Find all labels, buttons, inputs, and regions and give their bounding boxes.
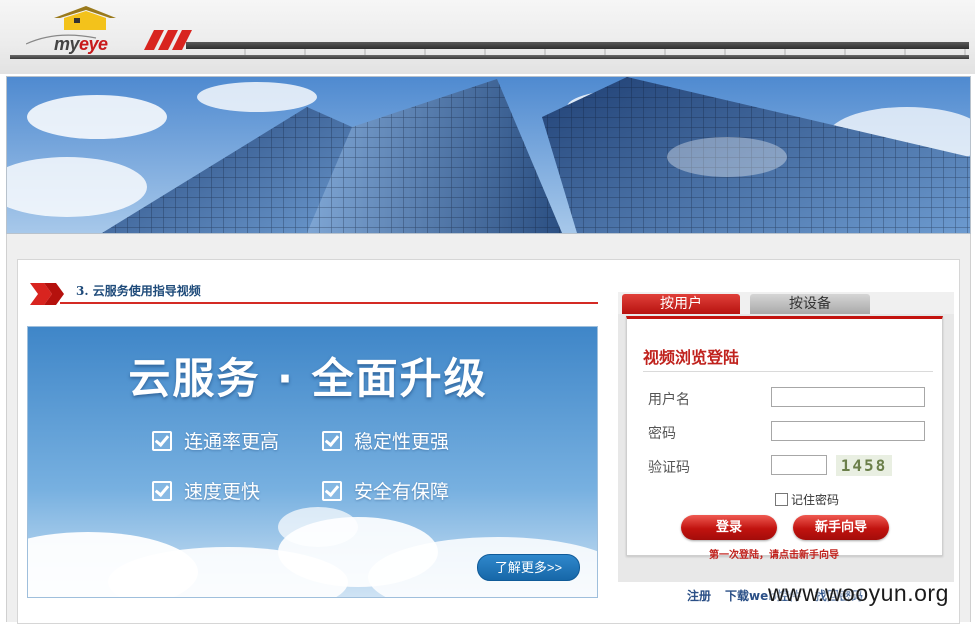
cloud-upgrade-promo[interactable]: 云服务 · 全面升级 连通率更高 稳定性更强 速度更快 安全有保障 了解更多>> xyxy=(27,326,598,598)
feature-item: 速度更快 xyxy=(152,477,260,504)
feature-label: 连通率更高 xyxy=(184,431,280,453)
checkbox-checked-icon xyxy=(322,480,342,501)
password-input[interactable] xyxy=(771,421,925,441)
username-input[interactable] xyxy=(771,387,925,407)
feature-item: 连通率更高 xyxy=(152,427,279,454)
captcha-label: 验证码 xyxy=(648,460,690,476)
skyscraper-banner xyxy=(6,76,971,234)
captcha-image[interactable]: 1458 xyxy=(836,455,892,476)
checkbox-icon[interactable] xyxy=(775,493,788,506)
username-label: 用户名 xyxy=(648,392,690,408)
section-divider xyxy=(60,302,598,304)
skyscraper-image xyxy=(7,77,970,233)
remember-password-label: 记住密码 xyxy=(791,493,840,507)
feature-label: 速度更快 xyxy=(184,481,261,503)
logo-wordmark[interactable]: myeye xyxy=(54,34,108,55)
login-title: 视频浏览登陆 xyxy=(643,348,740,367)
watermark: www.wooyun.org xyxy=(768,580,949,606)
promo-headline: 云服务 · 全面升级 xyxy=(128,354,488,403)
checkbox-checked-icon xyxy=(152,430,172,451)
logo-text-eye: eye xyxy=(79,34,108,54)
feature-item: 稳定性更强 xyxy=(322,427,449,454)
tab-by-user[interactable]: 按用户 xyxy=(622,294,740,314)
feature-label: 安全有保障 xyxy=(354,481,450,503)
checkbox-checked-icon xyxy=(152,480,172,501)
learn-more-button[interactable]: 了解更多>> xyxy=(477,554,580,581)
login-button[interactable]: 登录 xyxy=(681,515,777,540)
login-hint: 第一次登陆，请点击新手向导 xyxy=(709,550,839,561)
header-underline xyxy=(10,55,969,59)
remember-password-checkbox[interactable]: 记住密码 xyxy=(775,491,839,508)
login-divider xyxy=(643,371,933,372)
feature-item: 安全有保障 xyxy=(322,477,449,504)
tab-by-device[interactable]: 按设备 xyxy=(750,294,870,314)
new-user-guide-button[interactable]: 新手向导 xyxy=(793,515,889,540)
video-section-title[interactable]: 3. 云服务使用指导视频 xyxy=(76,282,201,299)
logo-text-my: my xyxy=(54,34,80,54)
checkbox-checked-icon xyxy=(322,430,342,451)
register-link[interactable]: 注册 xyxy=(687,587,711,604)
feature-label: 稳定性更强 xyxy=(354,431,450,453)
site-header: myeye xyxy=(0,0,975,74)
header-bar xyxy=(186,42,969,49)
password-label: 密码 xyxy=(648,426,676,442)
captcha-input[interactable] xyxy=(771,455,827,475)
